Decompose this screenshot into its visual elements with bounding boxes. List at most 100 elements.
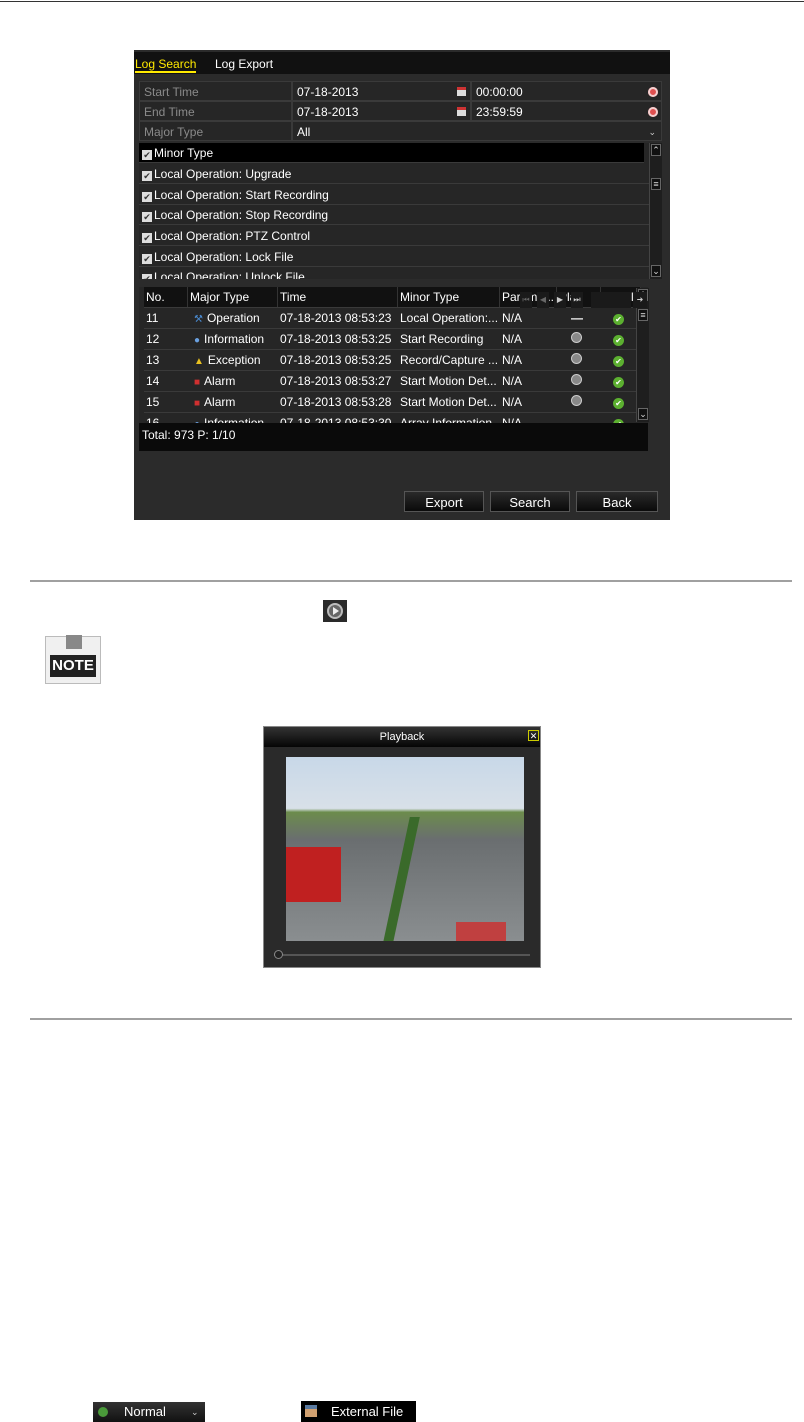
table-row[interactable]: 14 ■ Alarm 07-18-2013 08:53:27 Start Motion … <box>144 371 641 392</box>
play-icon[interactable] <box>571 374 582 385</box>
checkbox[interactable]: ✔ <box>142 192 152 202</box>
page-number-input[interactable] <box>591 292 631 308</box>
minor-type-header-label: Minor Type <box>154 146 214 160</box>
start-date-field[interactable]: 07-18-2013 <box>292 81 471 101</box>
minor-type-list: ✔ Minor Type ✔ Local Operation: Upgrade ✔ L… <box>139 143 662 279</box>
table-scrollbar[interactable]: ⌃ ≡ ⌄ <box>636 288 649 422</box>
list-item[interactable]: ✔ Local Operation: Upgrade <box>139 164 649 184</box>
chevron-down-icon: ⌄ <box>191 1407 199 1417</box>
checkbox[interactable]: ✔ <box>142 254 152 264</box>
clock-icon[interactable] <box>648 87 658 97</box>
end-time-label: End Time <box>139 101 292 121</box>
minor-type-cell: Start Recording <box>400 332 484 346</box>
major-type-label: Information <box>204 416 265 423</box>
play-icon[interactable] <box>571 332 582 343</box>
end-time-field[interactable]: 23:59:59 <box>471 101 662 121</box>
go-arrow-icon[interactable]: ➜ <box>633 292 647 308</box>
playback-progress-slider[interactable] <box>274 954 530 956</box>
column-header[interactable]: Time <box>278 287 398 307</box>
chevron-down-icon: ⌄ <box>648 127 656 137</box>
minor-type-scrollbar[interactable]: ⌃ ≡ ⌄ <box>649 143 662 279</box>
time-cell: 07-18-2013 08:53:25 <box>280 332 392 346</box>
major-type-value: All <box>297 125 311 139</box>
time-cell: 07-18-2013 08:53:23 <box>280 311 392 325</box>
total-count: Total: 973 P: 1/10 <box>142 428 236 442</box>
details-check-icon[interactable]: ✔ <box>613 356 624 367</box>
end-time-value: 23:59:59 <box>476 105 523 119</box>
end-date-field[interactable]: 07-18-2013 <box>292 101 471 121</box>
playback-window: Playback ✕ <box>263 726 541 968</box>
scroll-thumb[interactable]: ≡ <box>651 178 661 190</box>
major-type-label: Alarm <box>204 374 236 388</box>
table-row[interactable]: 15 ■ Alarm 07-18-2013 08:53:28 Start Motion … <box>144 392 641 413</box>
slider-handle[interactable] <box>274 950 283 959</box>
play-icon[interactable] <box>571 353 582 364</box>
dash-icon: — <box>571 416 583 423</box>
list-item-label: Local Operation: Start Recording <box>154 188 329 202</box>
calendar-icon[interactable] <box>457 107 466 116</box>
prev-page-icon[interactable]: ◀ <box>537 292 549 308</box>
checkbox[interactable]: ✔ <box>142 150 152 160</box>
scroll-thumb[interactable]: ≡ <box>638 309 648 321</box>
details-check-icon[interactable]: ✔ <box>613 314 624 325</box>
scroll-down-icon[interactable]: ⌄ <box>651 265 661 277</box>
note-label: NOTE <box>50 655 96 677</box>
table-row[interactable]: 13 ▲ Exception 07-18-2013 08:53:25 Record/Ca… <box>144 350 641 371</box>
checkbox[interactable]: ✔ <box>142 233 152 243</box>
dash-icon: — <box>571 311 583 325</box>
end-date-value: 07-18-2013 <box>297 105 359 119</box>
external-file-icon <box>305 1405 317 1417</box>
list-item[interactable]: ✔ Local Operation: Unlock File <box>139 267 649 279</box>
row-number: 11 <box>146 311 159 325</box>
list-item-label: Local Operation: PTZ Control <box>154 229 311 243</box>
parameter-cell: N/A <box>502 395 523 409</box>
first-page-icon[interactable]: ⏮ <box>520 292 532 308</box>
column-header[interactable]: No. <box>144 287 188 307</box>
back-button[interactable]: Back <box>576 491 658 512</box>
scroll-down-icon[interactable]: ⌄ <box>638 408 648 420</box>
table-row[interactable]: 16 ● Information 07-18-2013 08:53:30 Array I… <box>144 413 641 423</box>
major-type-label: Operation <box>206 311 260 325</box>
checkbox[interactable]: ✔ <box>142 171 152 181</box>
playback-video <box>286 757 524 941</box>
log-table: No.Major TypeTimeMinor TypeParamet...Pla… <box>139 287 649 451</box>
export-button[interactable]: Export <box>404 491 484 512</box>
minor-type-header[interactable]: ✔ Minor Type <box>139 143 644 163</box>
checkbox[interactable]: ✔ <box>142 274 152 279</box>
clock-icon[interactable] <box>648 107 658 117</box>
time-cell: 07-18-2013 08:53:25 <box>280 353 392 367</box>
section-divider <box>30 580 792 582</box>
major-type-select[interactable]: All ⌄ <box>292 121 662 141</box>
column-header[interactable]: Minor Type <box>398 287 500 307</box>
next-page-icon[interactable]: ▶ <box>554 292 566 308</box>
table-row[interactable]: 12 ● Information 07-18-2013 08:53:25 Start R… <box>144 329 641 350</box>
major-type-label: Alarm <box>204 395 236 409</box>
table-row[interactable]: 11 ⚒ Operation 07-18-2013 08:53:23 Local Ope… <box>144 308 641 329</box>
checkbox[interactable]: ✔ <box>142 212 152 222</box>
details-check-icon[interactable]: ✔ <box>613 335 624 346</box>
column-header[interactable]: Major Type <box>188 287 278 307</box>
table-header: No.Major TypeTimeMinor TypeParamet...Pla… <box>144 287 641 308</box>
start-time-field[interactable]: 00:00:00 <box>471 81 662 101</box>
calendar-icon[interactable] <box>457 87 466 96</box>
row-number: 12 <box>146 332 160 346</box>
major-type-label: Information <box>204 332 265 346</box>
play-icon <box>98 1407 108 1417</box>
tab-log-search[interactable]: Log Search <box>135 57 197 73</box>
list-item[interactable]: ✔ Local Operation: PTZ Control <box>139 226 649 246</box>
list-item[interactable]: ✔ Local Operation: Start Recording <box>139 185 649 205</box>
speed-label: Normal <box>124 1404 166 1419</box>
tab-log-export[interactable]: Log Export <box>215 57 273 71</box>
close-icon[interactable]: ✕ <box>528 730 539 741</box>
search-button[interactable]: Search <box>490 491 570 512</box>
details-check-icon[interactable]: ✔ <box>613 398 624 409</box>
minor-type-cell: Local Operation:... <box>400 311 499 325</box>
list-item[interactable]: ✔ Local Operation: Lock File <box>139 247 649 267</box>
last-page-icon[interactable]: ⏭ <box>571 292 583 308</box>
play-button-icon <box>323 600 347 622</box>
play-icon[interactable] <box>571 395 582 406</box>
details-check-icon[interactable]: ✔ <box>613 377 624 388</box>
list-item[interactable]: ✔ Local Operation: Stop Recording <box>139 205 649 225</box>
scroll-up-icon[interactable]: ⌃ <box>651 144 661 156</box>
details-check-icon[interactable]: ✔ <box>613 419 624 423</box>
